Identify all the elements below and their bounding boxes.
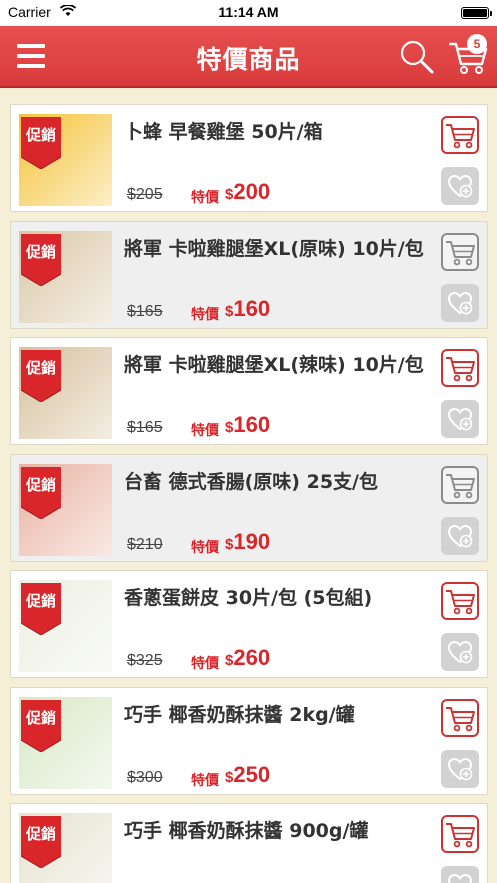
promo-label: 促銷 bbox=[25, 709, 56, 727]
add-to-cart-button[interactable] bbox=[441, 116, 479, 154]
add-favorite-button[interactable] bbox=[441, 284, 479, 322]
product-name[interactable]: 巧手 椰香奶酥抹醬 2kg/罐 bbox=[124, 699, 424, 731]
cart-icon bbox=[446, 124, 475, 149]
special-price: $160 bbox=[225, 296, 271, 321]
special-price: $250 bbox=[225, 762, 271, 787]
price-row: $205 特價 $200 bbox=[127, 179, 427, 209]
promo-ribbon: 促銷 bbox=[20, 583, 62, 636]
special-price-label: 特價 bbox=[191, 190, 219, 206]
price-row: $165 特價 $160 bbox=[127, 412, 427, 442]
product-card[interactable]: 促銷 將軍 卡啦雞腿堡XL(辣味) 10片/包 $165 特價 $160 bbox=[10, 337, 488, 445]
product-card[interactable]: 促銷 巧手 椰香奶酥抹醬 2kg/罐 $300 特價 $250 bbox=[10, 687, 488, 795]
search-icon[interactable] bbox=[398, 38, 436, 76]
add-favorite-button[interactable] bbox=[441, 750, 479, 788]
product-name[interactable]: 巧手 椰香奶酥抹醬 900g/罐 bbox=[124, 815, 424, 847]
promo-label: 促銷 bbox=[25, 476, 56, 494]
price-row bbox=[127, 878, 427, 883]
add-to-cart-button[interactable] bbox=[441, 815, 479, 853]
cart-icon bbox=[446, 357, 475, 382]
product-card[interactable]: 促銷 將軍 卡啦雞腿堡XL(原味) 10片/包 $165 特價 $160 bbox=[10, 221, 488, 329]
original-price: $300 bbox=[127, 769, 163, 786]
special-price-label: 特價 bbox=[191, 656, 219, 672]
cart-icon bbox=[446, 823, 475, 848]
battery-icon bbox=[461, 7, 492, 19]
price-row: $325 特價 $260 bbox=[127, 645, 427, 675]
cart-icon bbox=[446, 241, 475, 266]
add-favorite-button[interactable] bbox=[441, 517, 479, 555]
promo-ribbon: 促銷 bbox=[20, 816, 62, 869]
price-row: $300 特價 $250 bbox=[127, 762, 427, 792]
add-favorite-button[interactable] bbox=[441, 633, 479, 671]
special-price: $160 bbox=[225, 412, 271, 437]
product-name[interactable]: 卜蜂 早餐雞堡 50片/箱 bbox=[124, 116, 424, 148]
heart-plus-icon bbox=[447, 873, 473, 883]
promo-ribbon: 促銷 bbox=[20, 350, 62, 403]
special-price-label: 特價 bbox=[191, 540, 219, 556]
promo-label: 促銷 bbox=[25, 359, 56, 377]
product-card[interactable]: 促銷 巧手 椰香奶酥抹醬 900g/罐 bbox=[10, 803, 488, 883]
heart-plus-icon bbox=[447, 757, 473, 781]
product-name[interactable]: 香蔥蛋餅皮 30片/包 (5包組) bbox=[124, 582, 424, 614]
special-price: $260 bbox=[225, 645, 271, 670]
heart-plus-icon bbox=[447, 291, 473, 315]
special-price: $190 bbox=[225, 529, 271, 554]
promo-ribbon: 促銷 bbox=[20, 117, 62, 170]
product-name[interactable]: 台畜 德式香腸(原味) 25支/包 bbox=[124, 466, 424, 498]
cart-icon bbox=[446, 590, 475, 615]
status-bar: Carrier 11:14 AM bbox=[0, 0, 497, 26]
product-name[interactable]: 將軍 卡啦雞腿堡XL(原味) 10片/包 bbox=[124, 233, 424, 265]
clock: 11:14 AM bbox=[218, 4, 279, 20]
heart-plus-icon bbox=[447, 640, 473, 664]
special-price-label: 特價 bbox=[191, 773, 219, 789]
promo-label: 促銷 bbox=[25, 825, 56, 843]
add-favorite-button[interactable] bbox=[441, 167, 479, 205]
promo-label: 促銷 bbox=[25, 243, 56, 261]
product-card[interactable]: 促銷 台畜 德式香腸(原味) 25支/包 $210 特價 $190 bbox=[10, 454, 488, 562]
heart-plus-icon bbox=[447, 407, 473, 431]
cart-count-badge: 5 bbox=[467, 34, 487, 54]
promo-label: 促銷 bbox=[25, 592, 56, 610]
special-price: $200 bbox=[225, 179, 271, 204]
price-row: $165 特價 $160 bbox=[127, 296, 427, 326]
promo-ribbon: 促銷 bbox=[20, 700, 62, 753]
add-favorite-button[interactable] bbox=[441, 400, 479, 438]
original-price: $165 bbox=[127, 303, 163, 320]
add-to-cart-button[interactable] bbox=[441, 699, 479, 737]
original-price: $165 bbox=[127, 419, 163, 436]
cart-icon bbox=[446, 707, 475, 732]
special-price-label: 特價 bbox=[191, 423, 219, 439]
nav-bar: 特價商品 5 bbox=[0, 26, 497, 88]
heart-plus-icon bbox=[447, 174, 473, 198]
add-favorite-button[interactable] bbox=[441, 866, 479, 883]
original-price: $325 bbox=[127, 652, 163, 669]
add-to-cart-button[interactable] bbox=[441, 466, 479, 504]
add-to-cart-button[interactable] bbox=[441, 233, 479, 271]
original-price: $210 bbox=[127, 536, 163, 553]
product-card[interactable]: 促銷 香蔥蛋餅皮 30片/包 (5包組) $325 特價 $260 bbox=[10, 570, 488, 678]
add-to-cart-button[interactable] bbox=[441, 349, 479, 387]
product-card[interactable]: 促銷 卜蜂 早餐雞堡 50片/箱 $205 特價 $200 bbox=[10, 104, 488, 212]
promo-ribbon: 促銷 bbox=[20, 467, 62, 520]
price-row: $210 特價 $190 bbox=[127, 529, 427, 559]
product-name[interactable]: 將軍 卡啦雞腿堡XL(辣味) 10片/包 bbox=[124, 349, 424, 381]
promo-label: 促銷 bbox=[25, 126, 56, 144]
special-price-label: 特價 bbox=[191, 307, 219, 323]
heart-plus-icon bbox=[447, 524, 473, 548]
original-price: $205 bbox=[127, 186, 163, 203]
cart-icon bbox=[446, 474, 475, 499]
add-to-cart-button[interactable] bbox=[441, 582, 479, 620]
promo-ribbon: 促銷 bbox=[20, 234, 62, 287]
